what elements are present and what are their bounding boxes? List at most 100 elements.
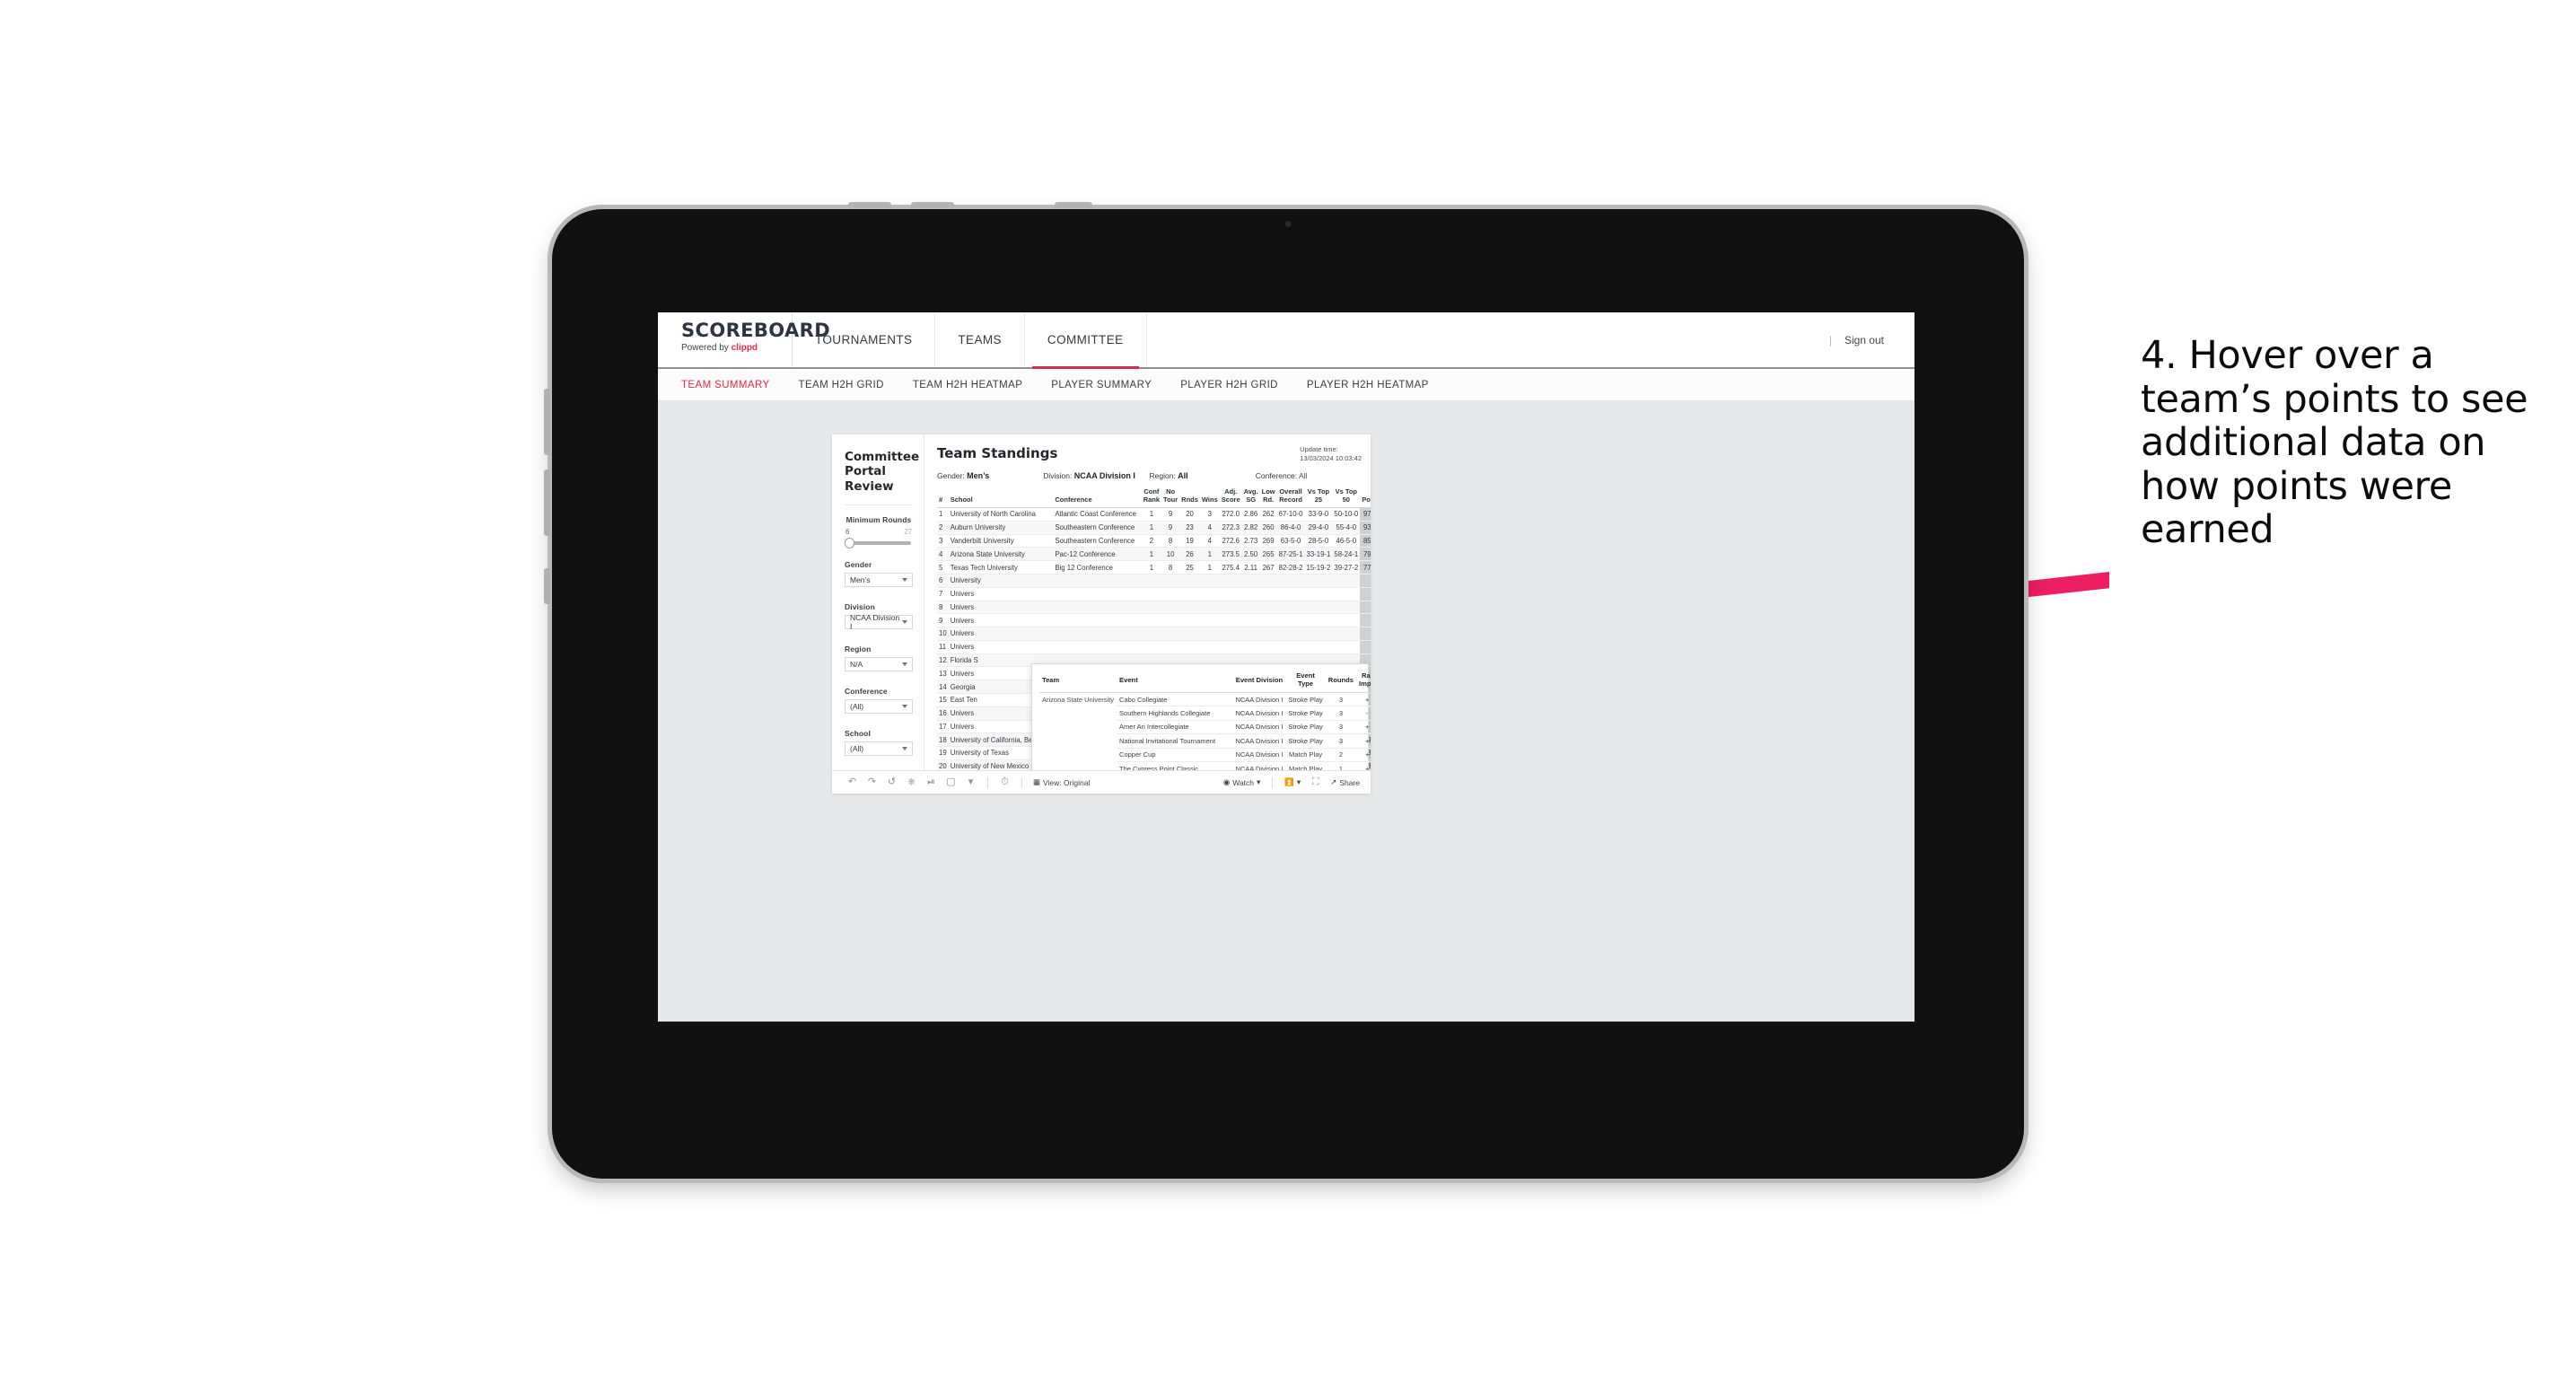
cell-avg_sg	[1241, 627, 1260, 641]
cell-wins: 1	[1199, 547, 1220, 562]
cell-rnds: 20	[1179, 507, 1200, 522]
col-no-tour[interactable]: No Tour	[1161, 487, 1180, 509]
col-conference[interactable]: Conference	[1053, 488, 1142, 509]
cell-avg_sg	[1241, 640, 1260, 654]
cell-points[interactable]: 97.02	[1360, 507, 1371, 522]
nav-item-committee[interactable]: COMMITTEE	[1025, 312, 1147, 369]
table-row[interactable]: 2 Auburn University Southeastern Conferenc…	[937, 521, 1371, 535]
col-school[interactable]: School	[948, 488, 1054, 509]
cell-rnds	[1179, 640, 1200, 654]
cell-conf: Big 12 Conference	[1053, 560, 1142, 575]
cell-points[interactable]: 93.31	[1360, 521, 1371, 535]
table-row[interactable]: 5 Texas Tech University Big 12 Conference 1…	[937, 560, 1371, 575]
tablet-volume-up-button[interactable]	[544, 389, 550, 455]
col-vs-top-50[interactable]: Vs Top 50	[1332, 487, 1361, 509]
cell-vs25: 28-5-0	[1304, 534, 1333, 548]
tab-team-summary[interactable]: TEAM SUMMARY	[681, 380, 770, 390]
col-adj-score[interactable]: Adj. Score	[1219, 487, 1242, 509]
slider-max-value: 27	[904, 528, 912, 537]
col-rank[interactable]: #	[937, 488, 949, 509]
cell-avg_sg	[1241, 574, 1260, 588]
cell-points[interactable]	[1360, 587, 1371, 601]
table-row[interactable]: 8 Univers	[937, 601, 1371, 615]
pause-icon[interactable]: ⏯	[925, 776, 937, 788]
tab-team-h2h-heatmap[interactable]: TEAM H2H HEATMAP	[913, 380, 1022, 390]
table-row[interactable]: 10 Univers	[937, 627, 1371, 641]
undo-icon[interactable]: ↶	[846, 776, 858, 788]
table-row[interactable]: 3 Vanderbilt University Southeastern Confe…	[937, 534, 1371, 548]
nav-item-tournaments[interactable]: TOURNAMENTS	[793, 312, 936, 367]
tablet-top-button-a[interactable]	[848, 202, 891, 208]
col-conf-rank[interactable]: Conf Rank	[1141, 487, 1162, 509]
table-row[interactable]: 1 University of North Carolina Atlantic Co…	[937, 507, 1371, 522]
tooltip-cell-division: NCAA Division I	[1232, 761, 1286, 770]
table-row[interactable]: 6 University	[937, 574, 1371, 588]
toolbar-divider	[1272, 776, 1274, 788]
share-button[interactable]: ↗ Share	[1330, 777, 1360, 787]
device-icon[interactable]: ▢	[945, 776, 957, 788]
tablet-top-button-b[interactable]	[911, 202, 954, 208]
revert-icon[interactable]: ↺	[886, 776, 898, 788]
watch-button[interactable]: ◉ Watch ▾	[1223, 777, 1260, 787]
chevron-down-icon[interactable]: ▾	[965, 776, 977, 788]
division-select[interactable]: NCAA Division I	[845, 613, 913, 631]
tablet-top-button-c[interactable]	[1055, 202, 1092, 208]
slider-thumb[interactable]	[845, 538, 854, 549]
col-rnds[interactable]: Rnds	[1179, 488, 1200, 509]
update-time-label: Update time:	[1300, 445, 1338, 453]
cell-points[interactable]	[1360, 627, 1371, 641]
school-select[interactable]: (All)	[845, 741, 913, 757]
cell-no_tour	[1161, 627, 1180, 641]
cell-rank: 6	[937, 574, 949, 588]
cell-points[interactable]	[1360, 574, 1371, 588]
filter-summary: Gender: Men’s Division: NCAA Division I …	[937, 471, 1362, 480]
tab-team-h2h-grid[interactable]: TEAM H2H GRID	[799, 380, 884, 390]
cell-conf	[1053, 640, 1142, 654]
tab-player-h2h-heatmap[interactable]: PLAYER H2H HEATMAP	[1307, 380, 1429, 390]
nav-item-teams[interactable]: TEAMS	[935, 312, 1025, 367]
table-row[interactable]: 9 Univers	[937, 613, 1371, 628]
tip-col-event: Event	[1117, 671, 1233, 693]
tablet-volume-down-button[interactable]	[544, 469, 550, 536]
region-value: N/A	[850, 660, 863, 670]
table-row[interactable]: 4 Arizona State University Pac-12 Conferen…	[937, 547, 1371, 562]
tab-player-summary[interactable]: PLAYER SUMMARY	[1051, 380, 1152, 390]
col-avg-sg[interactable]: Avg. SG	[1241, 487, 1260, 509]
refresh-icon[interactable]: ⎈	[906, 776, 917, 788]
conference-select[interactable]: (All)	[845, 699, 913, 715]
redo-icon[interactable]: ↷	[866, 776, 878, 788]
cell-overall: 63-5-0	[1276, 534, 1305, 548]
fullscreen-icon[interactable]: ⛶	[1310, 776, 1321, 788]
viz-area: Committee Portal Review Minimum Rounds 6…	[658, 401, 1914, 1022]
cell-points[interactable]	[1360, 601, 1371, 615]
update-time-value: 13/03/2024 10:03:42	[1300, 454, 1362, 463]
col-wins[interactable]: Wins	[1199, 488, 1220, 509]
tab-player-h2h-grid[interactable]: PLAYER H2H GRID	[1180, 380, 1278, 390]
table-row[interactable]: 7 Univers	[937, 587, 1371, 601]
cell-adj_score: 273.5	[1219, 547, 1242, 562]
tablet-screen: SCOREBOARD Powered by clippd TOURNAMENTS…	[658, 312, 1914, 1022]
col-vs-top-25[interactable]: Vs Top 25	[1304, 487, 1333, 509]
cell-conf_rank	[1141, 574, 1162, 588]
col-low-rd[interactable]: Low Rd.	[1259, 487, 1277, 509]
cell-conf_rank: 1	[1141, 560, 1162, 575]
col-overall[interactable]: Overall Record	[1276, 487, 1305, 509]
cell-points[interactable]: 77.80	[1360, 560, 1371, 575]
tablet-power-button[interactable]	[544, 568, 550, 604]
cell-points[interactable]: 79.52	[1360, 547, 1371, 562]
cell-conf: Southeastern Conference	[1053, 534, 1142, 548]
clock-icon[interactable]: ⏱	[999, 776, 1011, 788]
table-row[interactable]: 11 Univers	[937, 640, 1371, 654]
cell-low_rd: 269	[1259, 534, 1277, 548]
cell-points[interactable]: 85.02	[1360, 534, 1371, 548]
region-select[interactable]: N/A	[845, 657, 913, 672]
view-original-button[interactable]: ▦ View: Original	[1033, 777, 1090, 787]
col-points[interactable]: Points	[1360, 488, 1371, 509]
minimum-rounds-slider[interactable]	[845, 538, 911, 549]
gender-select[interactable]: Men’s	[845, 573, 913, 588]
download-button[interactable]: ⏫ ▾	[1284, 777, 1301, 787]
cell-points[interactable]	[1360, 613, 1371, 628]
brand-logo[interactable]: SCOREBOARD Powered by clippd	[658, 312, 830, 367]
sign-out-link[interactable]: Sign out	[1844, 334, 1884, 346]
cell-points[interactable]	[1360, 640, 1371, 654]
